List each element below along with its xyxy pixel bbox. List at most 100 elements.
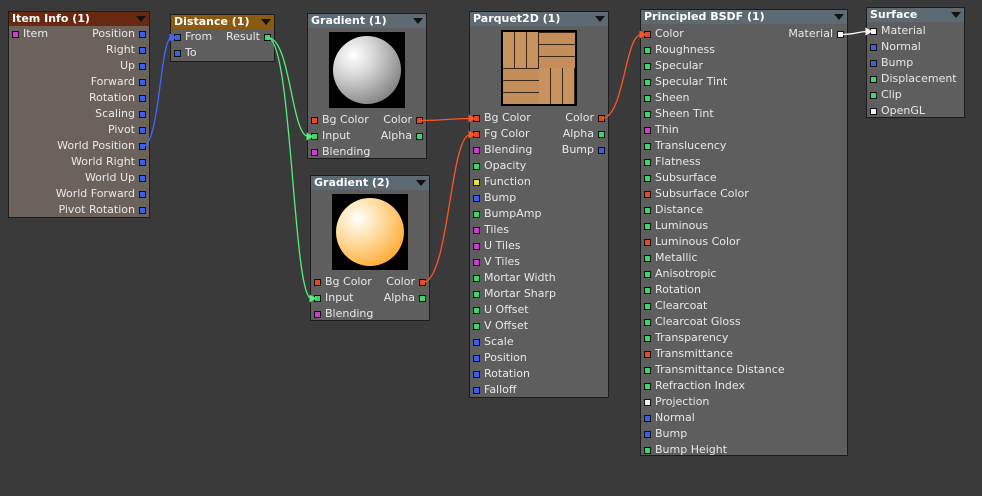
port-row-world-up[interactable]: World Up (9, 170, 149, 186)
gradient-2-header[interactable]: Gradient (2) (311, 176, 429, 190)
collapse-arrow-icon[interactable] (834, 14, 844, 20)
scalar-input-port[interactable] (473, 163, 480, 170)
scalar-input-port[interactable] (644, 319, 651, 326)
integer-input-port[interactable] (644, 127, 651, 134)
port-row-roughness[interactable]: Roughness (641, 42, 847, 58)
port-row-bump[interactable]: Bump (867, 55, 964, 71)
port-row-world-forward[interactable]: World Forward (9, 186, 149, 202)
port-row-bump[interactable]: Bump (470, 190, 608, 206)
collapse-arrow-icon[interactable] (595, 16, 605, 22)
integer-input-port[interactable] (473, 243, 480, 250)
port-row-refraction-index[interactable]: Refraction Index (641, 378, 847, 394)
scalar-input-port[interactable] (644, 111, 651, 118)
vector-output-port[interactable] (139, 63, 146, 70)
port-row-metallic[interactable]: Metallic (641, 250, 847, 266)
vector-input-port[interactable] (870, 44, 877, 51)
port-row-normal[interactable]: Normal (641, 410, 847, 426)
color-input-port[interactable] (314, 279, 321, 286)
integer-input-port[interactable] (473, 227, 480, 234)
color-input-port[interactable] (644, 239, 651, 246)
port-row-opacity[interactable]: Opacity (470, 158, 608, 174)
port-row-blending[interactable]: Blending Bump (470, 142, 608, 158)
collapse-arrow-icon[interactable] (261, 19, 271, 25)
scalar-input-port[interactable] (644, 255, 651, 262)
scalar-input-port[interactable] (644, 447, 651, 454)
color-input-port[interactable] (311, 117, 318, 124)
port-row-normal[interactable]: Normal (867, 39, 964, 55)
port-row-luminous[interactable]: Luminous (641, 218, 847, 234)
collapse-arrow-icon[interactable] (413, 18, 423, 24)
color-input-port[interactable] (473, 131, 480, 138)
port-row-translucency[interactable]: Translucency (641, 138, 847, 154)
color-input-port[interactable] (644, 191, 651, 198)
vector-input-port[interactable] (473, 371, 480, 378)
item-info-header[interactable]: Item Info (1) (9, 12, 149, 26)
color-input-port[interactable] (644, 31, 651, 38)
scalar-input-port[interactable] (644, 63, 651, 70)
port-row-distance[interactable]: Distance (641, 202, 847, 218)
port-row-color[interactable]: Color Material (641, 26, 847, 42)
port-row-to[interactable]: To (171, 45, 274, 61)
port-row-thin[interactable]: Thin (641, 122, 847, 138)
scalar-input-port[interactable] (644, 287, 651, 294)
port-row-clearcoat-gloss[interactable]: Clearcoat Gloss (641, 314, 847, 330)
color-output-port[interactable] (419, 279, 426, 286)
scalar-input-port[interactable] (870, 76, 877, 83)
material-input-port[interactable] (870, 108, 877, 115)
vector-output-port[interactable] (139, 79, 146, 86)
principled-bsdf-header[interactable]: Principled BSDF (1) (641, 10, 847, 24)
port-row-specular-tint[interactable]: Specular Tint (641, 74, 847, 90)
parquet2d-header[interactable]: Parquet2D (1) (470, 12, 608, 26)
item-info-node[interactable]: Item Info (1) Item Position Right Up Forward… (8, 11, 150, 218)
port-row-flatness[interactable]: Flatness (641, 154, 847, 170)
vector-input-port[interactable] (473, 387, 480, 394)
scalar-input-port[interactable] (644, 335, 651, 342)
distance-node[interactable]: Distance (1) From Result To (170, 14, 275, 62)
scalar-output-port[interactable] (419, 295, 426, 302)
port-row-right[interactable]: Right (9, 42, 149, 58)
port-row-opengl[interactable]: OpenGL (867, 103, 964, 119)
material-input-port[interactable] (870, 28, 877, 35)
scalar-input-port[interactable] (473, 323, 480, 330)
port-row-bg-color[interactable]: Bg Color Color (311, 274, 429, 290)
integer-input-port[interactable] (314, 311, 321, 318)
vector-output-port[interactable] (139, 159, 146, 166)
vector-input-port[interactable] (473, 339, 480, 346)
port-row-material[interactable]: Material (867, 23, 964, 39)
color-output-port[interactable] (598, 115, 605, 122)
surface-header[interactable]: Surface (867, 8, 964, 22)
port-row-bg-color[interactable]: Bg Color Color (308, 112, 426, 128)
vector-output-port[interactable] (139, 127, 146, 134)
port-row-v-tiles[interactable]: V Tiles (470, 254, 608, 270)
vector-output-port[interactable] (139, 31, 146, 38)
vector-output-port[interactable] (139, 111, 146, 118)
port-row-scale[interactable]: Scale (470, 334, 608, 350)
parquet2d-node[interactable]: Parquet2D (1) Bg Color Color Fg Color Alpha… (469, 11, 609, 398)
port-row-input[interactable]: Input Alpha (311, 290, 429, 306)
scalar-input-port[interactable] (644, 175, 651, 182)
port-row-displacement[interactable]: Displacement (867, 71, 964, 87)
port-row-sheen-tint[interactable]: Sheen Tint (641, 106, 847, 122)
integer-input-port[interactable] (473, 147, 480, 154)
vector-output-port[interactable] (598, 147, 605, 154)
integer-input-port[interactable] (473, 259, 480, 266)
port-row-position[interactable]: Position (470, 350, 608, 366)
color-input-port[interactable] (473, 115, 480, 122)
vector-output-port[interactable] (139, 143, 146, 150)
collapse-arrow-icon[interactable] (951, 12, 961, 18)
port-row-pivot-rotation[interactable]: Pivot Rotation (9, 202, 149, 218)
port-row-bumpamp[interactable]: BumpAmp (470, 206, 608, 222)
port-row-bump-height[interactable]: Bump Height (641, 442, 847, 458)
port-row-input[interactable]: Input Alpha (308, 128, 426, 144)
port-row-blending[interactable]: Blending (308, 144, 426, 160)
scalar-input-port[interactable] (311, 133, 318, 140)
vector-output-port[interactable] (139, 47, 146, 54)
scalar-input-port[interactable] (644, 367, 651, 374)
port-row-position[interactable]: Item Position (9, 26, 149, 42)
port-row-projection[interactable]: Projection (641, 394, 847, 410)
port-row-pivot[interactable]: Pivot (9, 122, 149, 138)
gradient-2-node[interactable]: Gradient (2) Bg Color Color Input Alpha Blen… (310, 175, 430, 321)
vector-input-port[interactable] (644, 415, 651, 422)
vector-output-port[interactable] (139, 95, 146, 102)
port-row-u-tiles[interactable]: U Tiles (470, 238, 608, 254)
